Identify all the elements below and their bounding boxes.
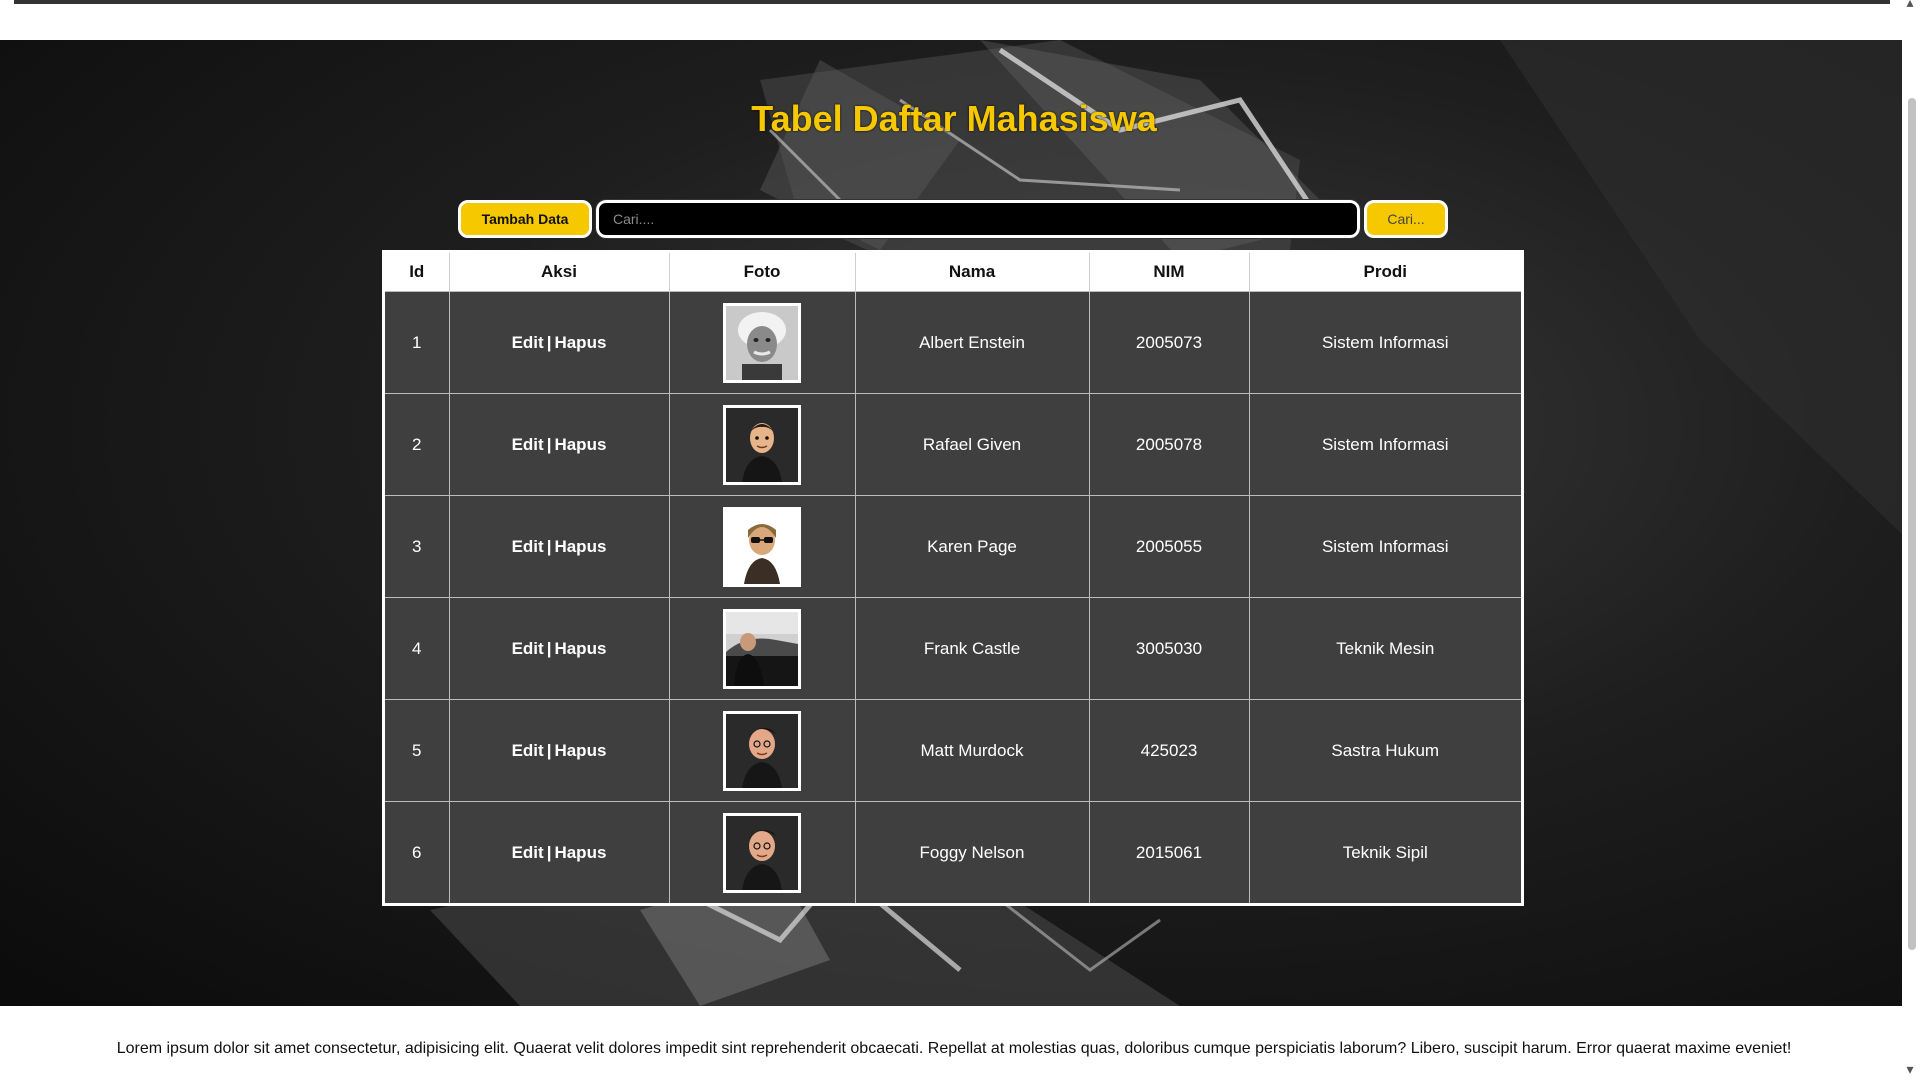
cell-prodi: Teknik Mesin [1249,597,1521,700]
footer-text: Lorem ipsum dolor sit amet consectetur, … [116,1040,1792,1057]
cell-nama: Frank Castle [855,597,1090,700]
cell-photo [669,393,856,496]
scrollbar[interactable] [1902,0,1920,1080]
cell-actions: Edit | Hapus [449,801,670,903]
scroll-down-icon[interactable]: ▾ [1904,1061,1916,1078]
cell-id: 1 [385,291,450,394]
cell-nama: Matt Murdock [855,699,1090,802]
delete-link[interactable]: Hapus [554,843,606,862]
scrollbar-thumb[interactable] [1908,98,1916,950]
action-separator: | [546,842,552,862]
cell-nama: Rafael Given [855,393,1090,496]
cell-nim: 2005073 [1089,291,1250,394]
cell-prodi: Sastra Hukum [1249,699,1521,802]
cell-id: 2 [385,393,450,496]
cell-actions: Edit | Hapus [449,495,670,598]
cell-photo [669,699,856,802]
cell-actions: Edit | Hapus [449,291,670,394]
cell-actions: Edit | Hapus [449,699,670,802]
table-row: 2 Edit | Hapus Rafael Given 2005078 Sist… [385,393,1521,496]
cell-nim: 2015061 [1089,801,1250,903]
portrait-photo-icon [723,302,801,383]
edit-link[interactable]: Edit [512,843,544,862]
cell-photo [669,597,856,700]
hero-section: Tabel Daftar Mahasiswa Tambah Data Cari.… [0,40,1908,1006]
table-row: 4 Edit | Hapus Frank Castle 3005030 Tekn… [385,597,1521,700]
cell-id: 3 [385,495,450,598]
edit-link[interactable]: Edit [512,537,544,556]
delete-link[interactable]: Hapus [554,639,606,658]
cell-nama: Albert Enstein [855,291,1090,394]
add-data-button[interactable]: Tambah Data [458,200,592,238]
edit-link[interactable]: Edit [512,639,544,658]
column-header-id: Id [385,253,450,292]
delete-link[interactable]: Hapus [554,333,606,352]
student-table-container: Id Aksi Foto Nama NIM Prodi 1 Edit | Hapus [382,250,1524,906]
edit-link[interactable]: Edit [512,333,544,352]
edit-link[interactable]: Edit [512,741,544,760]
page-title: Tabel Daftar Mahasiswa [751,98,1157,139]
delete-link[interactable]: Hapus [554,435,606,454]
action-separator: | [546,740,552,760]
scroll-up-icon[interactable]: ▴ [1904,0,1916,11]
table-row: 5 Edit | Hapus Matt Murdock 425023 Sastr… [385,699,1521,802]
edit-link[interactable]: Edit [512,435,544,454]
search-button[interactable]: Cari... [1364,200,1448,238]
column-header-aksi: Aksi [449,253,670,292]
action-separator: | [546,332,552,352]
table-row: 6 Edit | Hapus Foggy Nelson 2015061 Tekn… [385,801,1521,903]
search-input[interactable] [595,199,1361,239]
action-separator: | [546,638,552,658]
action-separator: | [546,434,552,454]
page: Tabel Daftar Mahasiswa Tambah Data Cari.… [0,0,1920,1080]
cell-photo [669,495,856,598]
cell-photo [669,291,856,394]
student-table: Id Aksi Foto Nama NIM Prodi 1 Edit | Hapus [385,253,1521,903]
cell-id: 5 [385,699,450,802]
cell-photo [669,801,856,903]
column-header-nim: NIM [1089,253,1250,292]
cell-id: 6 [385,801,450,903]
cell-nim: 3005030 [1089,597,1250,700]
cell-prodi: Sistem Informasi [1249,495,1521,598]
cell-id: 4 [385,597,450,700]
cell-prodi: Sistem Informasi [1249,393,1521,496]
table-row: 3 Edit | Hapus Karen Page 2005055 Sistem… [385,495,1521,598]
delete-link[interactable]: Hapus [554,741,606,760]
cell-nim: 2005078 [1089,393,1250,496]
toolbar: Tambah Data Cari... [458,199,1448,239]
cartoon-avatar-glasses-icon [723,506,801,587]
action-separator: | [546,536,552,556]
cell-nim: 2005055 [1089,495,1250,598]
cell-nim: 425023 [1089,699,1250,802]
cartoon-avatar-icon [723,710,801,791]
cartoon-avatar-icon [723,812,801,893]
column-header-foto: Foto [669,253,856,292]
cell-prodi: Teknik Sipil [1249,801,1521,903]
cell-actions: Edit | Hapus [449,597,670,700]
delete-link[interactable]: Hapus [554,537,606,556]
cell-nama: Karen Page [855,495,1090,598]
cell-nama: Foggy Nelson [855,801,1090,903]
table-row: 1 Edit | Hapus Albert Enstein 2005073 Si… [385,291,1521,394]
cartoon-avatar-icon [723,404,801,485]
cell-actions: Edit | Hapus [449,393,670,496]
column-header-nama: Nama [855,253,1090,292]
car-photo-icon [723,608,801,689]
column-header-prodi: Prodi [1249,253,1521,292]
cell-prodi: Sistem Informasi [1249,291,1521,394]
table-header-row: Id Aksi Foto Nama NIM Prodi [385,253,1521,292]
top-divider [14,0,1890,4]
